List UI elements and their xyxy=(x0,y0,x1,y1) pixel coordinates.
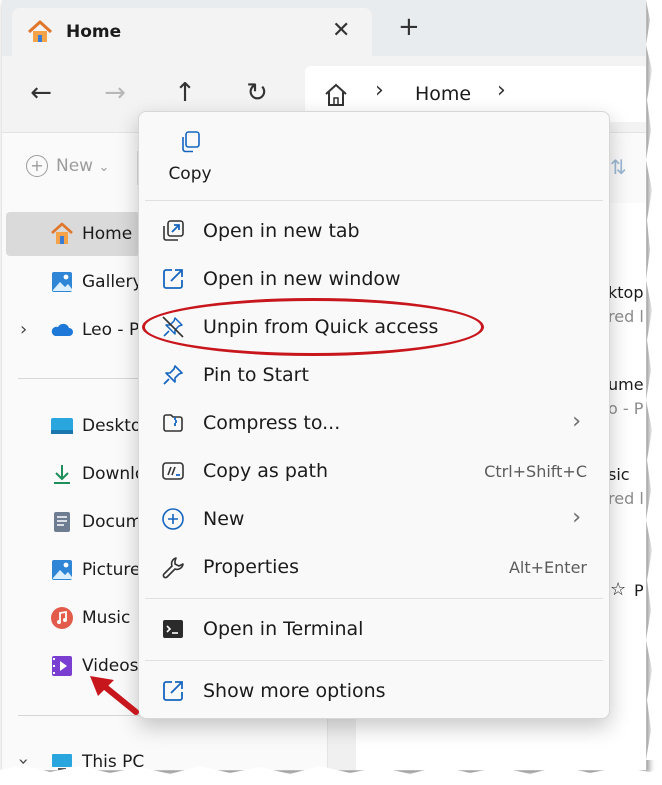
torn-edge-decoration xyxy=(0,0,662,785)
